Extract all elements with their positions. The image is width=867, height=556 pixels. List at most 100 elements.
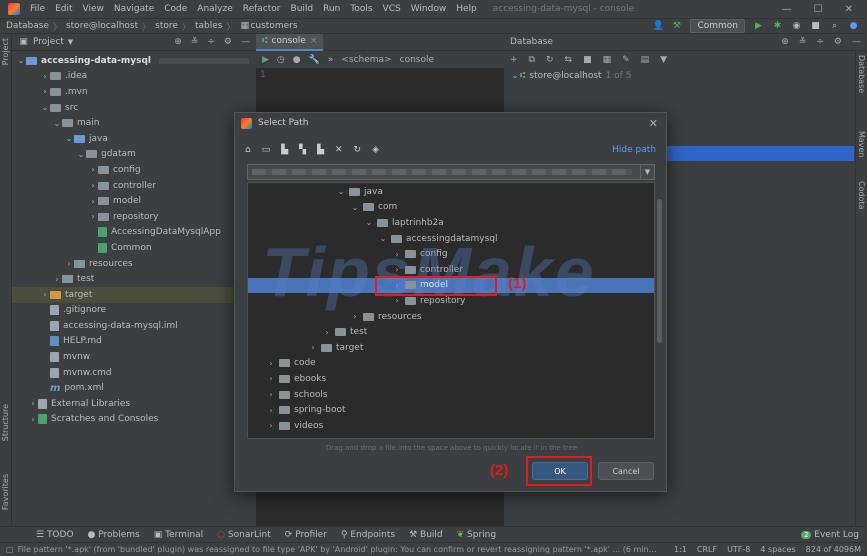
problems-tab[interactable]: ● Problems [88, 530, 140, 540]
directory-node[interactable]: › test [248, 324, 654, 340]
maven-tool-tab[interactable]: Maven [857, 131, 866, 158]
selected-db-row[interactable] [664, 146, 854, 161]
directory-node[interactable]: › ebooks [248, 371, 654, 387]
breadcrumb-tables[interactable]: tables [195, 21, 222, 31]
copy-icon[interactable]: ⧉ [529, 55, 535, 65]
expand-arrow-icon[interactable]: › [266, 421, 276, 430]
locate-icon[interactable]: ⊕ [781, 37, 789, 47]
gear-icon[interactable]: ⚙ [834, 37, 842, 47]
expand-arrow-icon[interactable]: › [40, 290, 50, 299]
directory-node[interactable]: › resources [248, 309, 654, 325]
expand-arrow-icon[interactable]: › [28, 415, 38, 424]
caret-position[interactable]: 1:1 [674, 545, 687, 554]
expand-arrow-icon[interactable]: › [308, 343, 318, 352]
project-tree-node[interactable]: ⌄ main [12, 115, 256, 131]
project-tree-node[interactable]: AccessingDataMysqlApp [12, 225, 256, 241]
expand-arrow-icon[interactable]: › [266, 359, 276, 368]
expand-arrow-icon[interactable]: › [64, 259, 74, 268]
terminal-tab[interactable]: ▣ Terminal [154, 530, 203, 540]
tree-scrollbar[interactable] [657, 199, 662, 343]
menu-code[interactable]: Code [164, 4, 187, 14]
menu-run[interactable]: Run [323, 4, 340, 14]
project-tree-node[interactable]: accessing-data-mysql.iml [12, 318, 256, 334]
new-folder-icon[interactable]: ▙ [317, 145, 324, 155]
expand-arrow-icon[interactable]: › [28, 399, 38, 408]
directory-node[interactable]: › config [248, 246, 654, 262]
stop-icon[interactable]: ■ [810, 21, 821, 32]
filter-icon[interactable]: ▼ [660, 55, 667, 65]
endpoints-tab[interactable]: ⚲ Endpoints [341, 530, 395, 540]
menu-build[interactable]: Build [291, 4, 314, 14]
wrench-icon[interactable]: 🔧 [309, 55, 320, 65]
breadcrumb-connection[interactable]: store@localhost [66, 21, 138, 31]
add-icon[interactable]: + [510, 55, 518, 65]
table-view-icon[interactable]: ▦ [603, 55, 612, 65]
expand-arrow-icon[interactable]: › [40, 87, 50, 96]
indent-setting[interactable]: 4 spaces [760, 545, 795, 554]
console-icon[interactable]: ▤ [641, 55, 650, 65]
project-tree-node[interactable]: .gitignore [12, 303, 256, 319]
refresh-icon[interactable]: ↻ [354, 145, 362, 155]
menu-help[interactable]: Help [456, 4, 477, 14]
edit-icon[interactable]: ✎ [622, 55, 630, 65]
debug-icon[interactable]: ✱ [772, 21, 783, 32]
project-tree-node[interactable]: ⌄ java [12, 131, 256, 147]
expand-arrow-icon[interactable]: › [266, 406, 276, 415]
stop-icon[interactable]: ● [293, 55, 301, 65]
expand-arrow-icon[interactable]: › [350, 312, 360, 321]
directory-node[interactable]: ⌄ accessingdatamysql [248, 231, 654, 247]
expand-arrow-icon[interactable]: › [392, 265, 402, 274]
expand-arrow-icon[interactable]: › [322, 328, 332, 337]
project-view-selector[interactable]: Project [33, 37, 64, 47]
project-tree-node[interactable]: › External Libraries [12, 396, 256, 412]
expand-arrow-icon[interactable]: › [88, 165, 98, 174]
chevron-down-icon[interactable]: ▼ [640, 165, 654, 179]
expand-arrow-icon[interactable]: ⌄ [52, 119, 62, 128]
expand-arrow-icon[interactable]: › [392, 250, 402, 259]
memory-indicator[interactable]: 824 of 4096M [806, 545, 861, 554]
sync-icon[interactable]: ⇆ [565, 55, 573, 65]
menu-vcs[interactable]: VCS [383, 4, 401, 14]
show-hidden-icon[interactable]: ◈ [372, 145, 379, 155]
project-folder-icon[interactable]: ▙ [281, 145, 288, 155]
expand-arrow-icon[interactable]: › [266, 374, 276, 383]
desktop-icon[interactable]: ▭ [262, 145, 271, 155]
collapse-all-icon[interactable]: ÷ [207, 37, 215, 47]
project-tree-node[interactable]: m pom.xml [12, 380, 256, 396]
collapse-all-icon[interactable]: ÷ [816, 37, 824, 47]
run-icon[interactable]: ▶ [753, 21, 764, 32]
profiler-tab[interactable]: ⟳ Profiler [285, 530, 327, 540]
module-folder-icon[interactable]: ▚ [299, 145, 306, 155]
more-icon[interactable]: » [328, 55, 334, 65]
hammer-icon[interactable]: ⚒ [671, 21, 682, 32]
close-window-button[interactable]: ✕ [845, 4, 853, 15]
minimize-button[interactable]: — [782, 4, 792, 15]
expand-arrow-icon[interactable]: › [52, 275, 62, 284]
project-tree-node[interactable]: › .mvn [12, 84, 256, 100]
user-icon[interactable]: 👤 [652, 21, 663, 32]
cancel-button[interactable]: Cancel [598, 462, 654, 480]
project-tree-node[interactable]: › controller [12, 178, 256, 194]
structure-tool-tab[interactable]: Structure [1, 404, 10, 441]
hide-icon[interactable]: — [241, 37, 250, 47]
expand-arrow-icon[interactable]: › [88, 212, 98, 221]
project-tree-node[interactable]: › .idea [12, 69, 256, 85]
project-tree-node[interactable]: mvnw.cmd [12, 365, 256, 381]
close-tab-icon[interactable]: × [310, 36, 318, 46]
directory-node[interactable]: › spring-boot [248, 402, 654, 418]
breadcrumb-database[interactable]: Database [6, 21, 49, 31]
path-input[interactable]: ▼ [247, 164, 655, 180]
expand-arrow-icon[interactable]: › [88, 197, 98, 206]
expand-arrow-icon[interactable]: ⌄ [40, 103, 50, 112]
build-tab[interactable]: ⚒ Build [409, 530, 443, 540]
delete-icon[interactable]: ✕ [335, 145, 343, 155]
expand-arrow-icon[interactable]: › [392, 296, 402, 305]
chevron-down-icon[interactable]: ▼ [68, 38, 73, 46]
project-tree-node[interactable]: › resources [12, 256, 256, 272]
menu-tools[interactable]: Tools [350, 4, 372, 14]
project-tree-node[interactable]: Common [12, 240, 256, 256]
menu-navigate[interactable]: Navigate [114, 4, 154, 14]
todo-tab[interactable]: ☰ TODO [36, 530, 74, 540]
maximize-button[interactable]: ☐ [814, 4, 823, 15]
expand-arrow-icon[interactable]: › [40, 72, 50, 81]
